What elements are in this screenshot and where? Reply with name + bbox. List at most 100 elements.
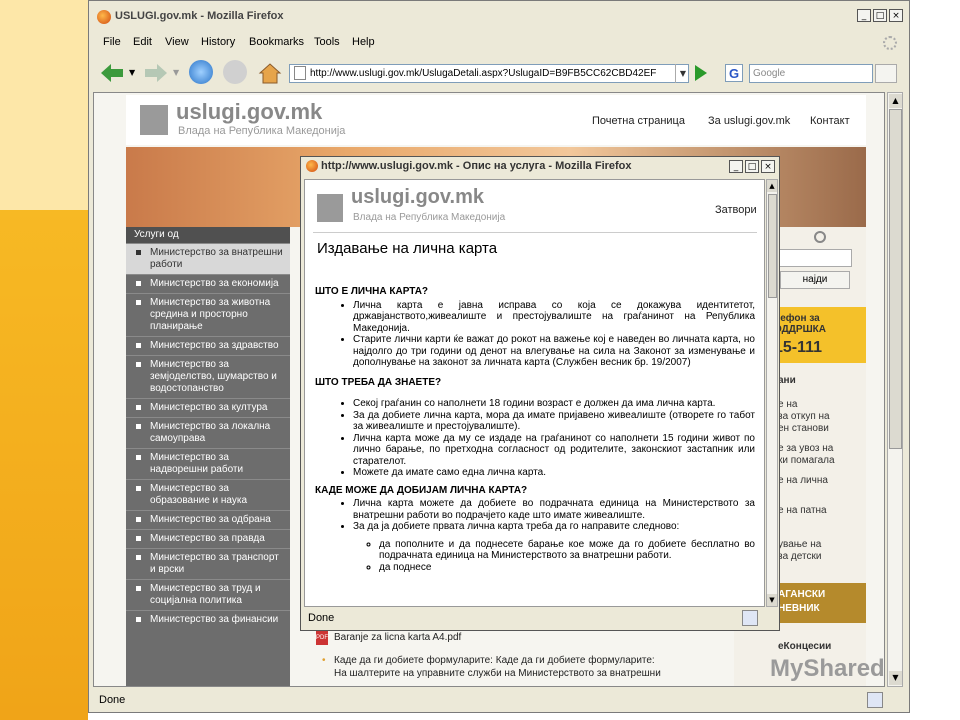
sidebar-item-ministry[interactable]: Министерство за труд и социјална политик… (126, 579, 290, 610)
menu-view[interactable]: View (165, 36, 189, 48)
popup-content: uslugi.gov.mk Влада на Република Македон… (304, 179, 765, 607)
section-heading: ШТО ТРЕБА ДА ЗНАЕТЕ? (315, 376, 442, 388)
right-link[interactable]: за откуп на (778, 411, 830, 423)
menu-help[interactable]: Help (352, 36, 375, 48)
popup-close-button[interactable]: × (761, 160, 775, 173)
sub-list-item: да поднесе (379, 562, 755, 574)
sidebar-item-ministry[interactable]: Министерство за култура (126, 398, 290, 417)
sidebar-item-ministry[interactable]: Министерство за транспорт и врски (126, 548, 290, 579)
search-icon[interactable] (814, 231, 826, 243)
scroll-thumb[interactable] (889, 109, 902, 449)
sidebar-item-ministry[interactable]: Министерство за финансии (126, 610, 290, 629)
find-button[interactable]: најди (780, 271, 850, 289)
right-link[interactable]: е на (778, 399, 797, 411)
firefox-icon (97, 10, 111, 24)
right-link[interactable]: за детски (778, 551, 821, 563)
sidebar-item-ministry[interactable]: Министерство за одбрана (126, 510, 290, 529)
right-link[interactable]: е на лична (778, 475, 828, 487)
menu-file[interactable]: File (103, 36, 121, 48)
menu-history[interactable]: History (201, 36, 235, 48)
service-popup-window: http://www.uslugi.gov.mk - Опис на услуг… (300, 156, 780, 631)
sidebar-toggle-icon[interactable] (867, 692, 883, 708)
scroll-thumb[interactable] (768, 194, 777, 298)
reload-icon[interactable] (189, 60, 213, 84)
service-title: Издавање на лична карта (317, 240, 498, 257)
scroll-up-icon[interactable]: ▲ (767, 180, 777, 192)
maximize-button[interactable]: □ (873, 9, 887, 22)
search-icon[interactable] (875, 64, 897, 83)
calendar-banner[interactable]: АГАНСКИ НЕВНИК (774, 583, 866, 623)
sidebar-item-ministry[interactable]: Министерство за животна средина и просто… (126, 293, 290, 336)
popup-logo-subtitle: Влада на Република Македонија (353, 212, 506, 223)
sidebar-item-ministry[interactable]: Министерство за образование и наука (126, 479, 290, 510)
site-logo-subtitle: Влада на Република Македонија (178, 125, 346, 137)
google-engine-icon[interactable]: G (725, 64, 743, 82)
right-section-label: ани (778, 375, 796, 386)
go-icon[interactable] (695, 65, 707, 81)
popup-logo: uslugi.gov.mk (351, 186, 484, 208)
forms-text: На шалтерите на управните служби на Мини… (334, 668, 661, 679)
popup-titlebar: http://www.uslugi.gov.mk - Опис на услуг… (301, 157, 779, 177)
window-titlebar: USLUGI.gov.mk - Mozilla Firefox _ □ × (89, 1, 909, 31)
nav-contact[interactable]: Контакт (810, 115, 850, 127)
service-description: ШТО Е ЛИЧНА КАРТА? Лична карта е јавна и… (315, 286, 755, 573)
menu-edit[interactable]: Edit (133, 36, 152, 48)
sidebar-item-ministry[interactable]: Министерство за здравство (126, 336, 290, 355)
forward-dropdown-icon[interactable]: ▼ (173, 68, 179, 77)
minimize-button[interactable]: _ (857, 9, 871, 22)
forward-icon[interactable] (143, 62, 169, 84)
popup-minimize-button[interactable]: _ (729, 160, 743, 173)
list-item: За да добиете лична карта, мора да имате… (353, 410, 755, 433)
nav-about[interactable]: За uslugi.gov.mk (708, 115, 790, 127)
home-icon[interactable] (257, 61, 283, 85)
bullet-icon: • (322, 655, 326, 666)
url-dropdown-icon[interactable]: ▼ (675, 64, 690, 83)
right-link[interactable]: ки помагала (778, 455, 835, 467)
status-bar: Done (89, 690, 909, 712)
divider (313, 232, 757, 233)
watermark-logo: MyShared (770, 655, 885, 682)
scroll-up-icon[interactable]: ▲ (889, 94, 902, 108)
attachment-link[interactable]: Baranje za licna karta A4.pdf (334, 632, 461, 643)
url-bar[interactable]: http://www.uslugi.gov.mk/UslugaDetali.as… (289, 64, 689, 83)
scroll-down-icon[interactable]: ▼ (767, 594, 777, 606)
slide-background-left (0, 0, 88, 720)
popup-sidebar-icon[interactable] (742, 610, 758, 626)
right-link[interactable]: ен станови (778, 423, 829, 435)
close-button[interactable]: × (889, 9, 903, 22)
right-link[interactable]: е на патна (778, 505, 827, 517)
popup-close-link[interactable]: Затвори (715, 204, 757, 216)
scroll-down-icon[interactable]: ▼ (889, 671, 902, 685)
stop-icon[interactable] (223, 60, 247, 84)
back-icon[interactable] (99, 62, 125, 84)
list-item: Лична карта може да му се издаде на граѓ… (353, 433, 755, 468)
sidebar-item-ministry[interactable]: Министерство за правда (126, 529, 290, 548)
menu-tools[interactable]: Tools (314, 36, 340, 48)
popup-maximize-button[interactable]: □ (745, 160, 759, 173)
sidebar-heading: Услуги од (126, 227, 290, 243)
popup-status-text: Done (308, 612, 335, 624)
site-logo-icon (317, 194, 343, 222)
sidebar-item-ministry[interactable]: Министерство за внатрешни работи (126, 243, 290, 274)
back-dropdown-icon[interactable]: ▼ (129, 68, 135, 77)
url-text: http://www.uslugi.gov.mk/UslugaDetali.as… (310, 68, 657, 79)
sidebar-item-ministry[interactable]: Министерство за надворешни работи (126, 448, 290, 479)
ekoncesii-link[interactable]: еКонцесии (778, 641, 831, 652)
sidebar-item-ministry[interactable]: Министерство за економија (126, 274, 290, 293)
sidebar-item-ministry[interactable]: Министерство за локална самоуправа (126, 417, 290, 448)
popup-scrollbar[interactable]: ▲ ▼ (766, 179, 778, 607)
menu-bookmarks[interactable]: Bookmarks (249, 36, 304, 48)
page-icon (294, 66, 306, 81)
site-logo[interactable]: uslugi.gov.mk (176, 99, 322, 125)
section-heading: ШТО Е ЛИЧНА КАРТА? (315, 286, 429, 297)
nav-home[interactable]: Почетна страница (592, 115, 685, 127)
right-link[interactable]: ување на (778, 539, 821, 551)
sidebar-item-ministry[interactable]: Министерство за земјоделство, шумарство … (126, 355, 290, 398)
right-link[interactable]: е за увоз на (778, 443, 833, 455)
list-item: Лична карта можете да добиете во подрачн… (353, 498, 755, 521)
list-item: Лична карта е јавна исправа со која се д… (353, 300, 755, 335)
page-scrollbar[interactable]: ▲ ▼ (887, 92, 903, 687)
search-input[interactable]: Google (749, 64, 873, 83)
list-item: Секој граѓанин со наполнети 18 години во… (353, 398, 755, 410)
popup-status-bar: Done (304, 609, 777, 629)
